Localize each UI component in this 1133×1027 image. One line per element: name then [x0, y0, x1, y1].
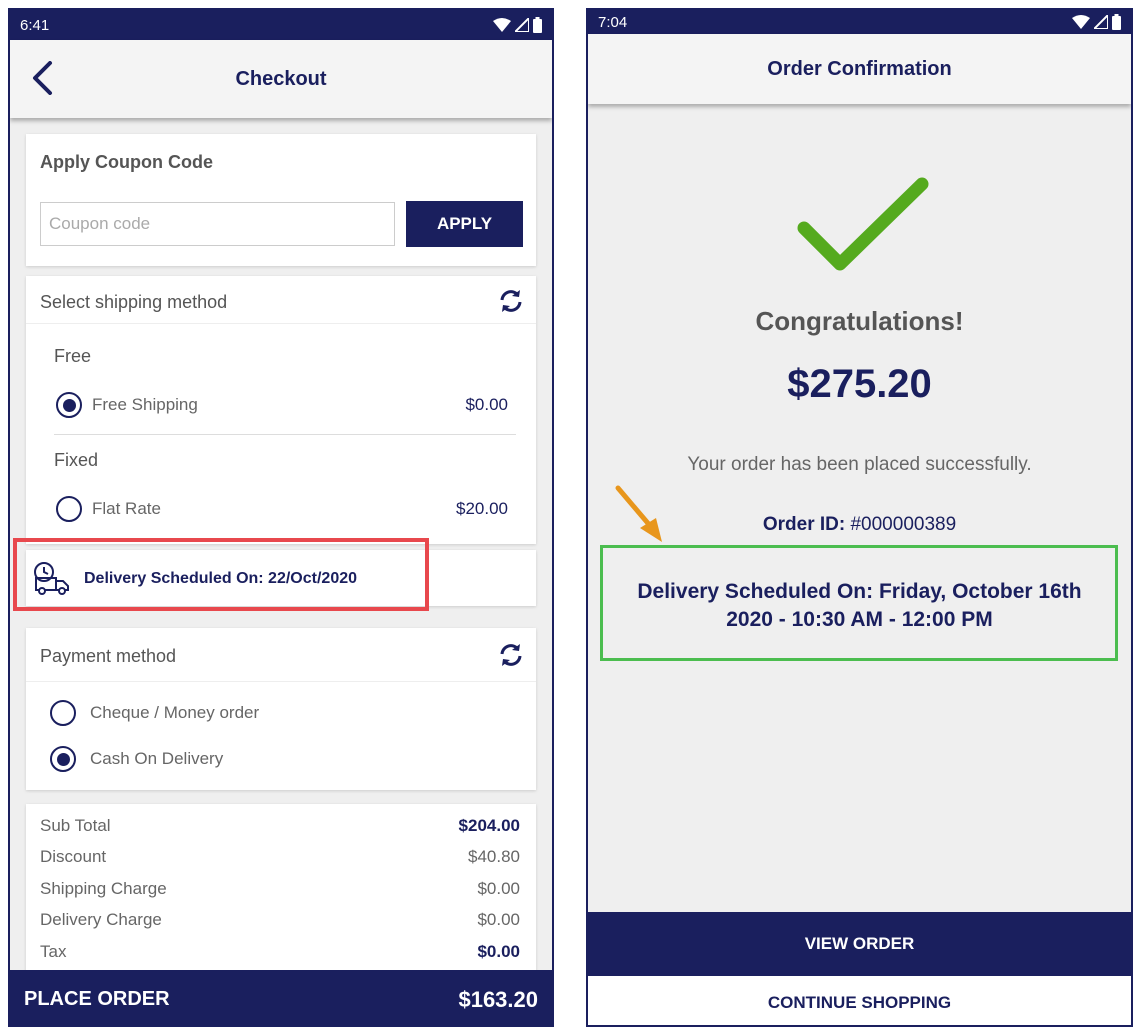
status-icons: [1072, 14, 1121, 30]
radio-unselected[interactable]: [50, 700, 76, 726]
summary-value: $0.00: [477, 910, 520, 930]
place-order-button[interactable]: PLACE ORDER: [24, 988, 170, 1011]
wifi-icon: [1072, 15, 1090, 29]
signal-icon: [1094, 15, 1108, 29]
view-order-button[interactable]: VIEW ORDER: [588, 912, 1131, 976]
back-button[interactable]: [20, 56, 64, 100]
option-label: Flat Rate: [92, 499, 161, 518]
annotation-arrow-icon: [615, 485, 662, 542]
apply-button[interactable]: APPLY: [406, 201, 523, 247]
refresh-icon[interactable]: [498, 288, 524, 314]
payment-option-cod[interactable]: Cash On Delivery: [50, 746, 223, 772]
summary-row-delivery: Delivery Charge $0.00: [40, 905, 520, 937]
radio-unselected[interactable]: [56, 496, 82, 522]
order-id: Order ID: #000000389: [588, 514, 1131, 536]
summary-label: Sub Total: [40, 815, 111, 835]
order-total: $163.20: [458, 986, 538, 1012]
order-summary-card: Sub Total $204.00 Discount $40.80 Shippi…: [26, 804, 536, 984]
status-bar: 6:41: [10, 10, 552, 40]
option-label: Free Shipping: [92, 395, 198, 414]
summary-value: $204.00: [458, 815, 520, 835]
payment-title: Payment method: [40, 646, 177, 666]
option-label: Cash On Delivery: [90, 749, 224, 768]
wifi-icon: [493, 18, 511, 32]
battery-icon: [533, 17, 542, 33]
signal-icon: [515, 18, 529, 32]
summary-row-shipping: Shipping Charge $0.00: [40, 873, 520, 905]
highlight-box-green: [600, 545, 1118, 661]
checkmark-icon: [797, 177, 929, 271]
confirmation-app-bar: Order Confirmation: [588, 34, 1131, 104]
order-id-value: #000000389: [850, 514, 957, 535]
status-icons: [493, 17, 542, 33]
shipping-group-free: Free: [54, 346, 92, 366]
battery-icon: [1112, 14, 1121, 30]
payment-card: Payment method Cheque / Money order Cash…: [26, 628, 536, 790]
summary-row-discount: Discount $40.80: [40, 842, 520, 874]
order-amount: $275.20: [787, 362, 932, 406]
summary-label: Delivery Charge: [40, 910, 162, 930]
order-id-label: Order ID:: [762, 514, 846, 535]
summary-value: $40.80: [468, 847, 520, 867]
payment-header: Payment method: [26, 628, 536, 682]
status-bar: 7:04: [588, 10, 1131, 34]
coupon-title: Apply Coupon Code: [40, 152, 213, 172]
option-label: Cheque / Money order: [90, 703, 260, 722]
success-message: Your order has been placed successfully.: [687, 454, 1032, 475]
summary-value: $0.00: [477, 878, 520, 898]
checkout-screen: 6:41 Checkout Apply Coupon Code Coupon c…: [8, 8, 554, 1027]
shipping-header: Select shipping method: [26, 276, 536, 324]
order-confirmation-screen: 7:04 Order Confirmation Congratulations!…: [586, 8, 1133, 1027]
place-order-bar[interactable]: PLACE ORDER $163.20: [10, 970, 552, 1025]
highlight-box-red: [13, 538, 429, 611]
summary-label: Discount: [40, 847, 107, 867]
radio-selected[interactable]: [50, 746, 76, 772]
status-time: 7:04: [598, 13, 628, 31]
summary-row-subtotal: Sub Total $204.00: [40, 810, 520, 842]
option-price: $0.00: [465, 395, 508, 414]
coupon-card: Apply Coupon Code Coupon code APPLY: [26, 134, 536, 266]
continue-shopping-button[interactable]: CONTINUE SHOPPING: [588, 976, 1131, 1025]
checkout-app-bar: Checkout: [10, 40, 552, 118]
divider: [54, 434, 516, 435]
summary-value: $0.00: [477, 941, 520, 961]
shipping-option-free[interactable]: Free Shipping $0.00: [56, 392, 508, 418]
page-title: Order Confirmation: [767, 57, 952, 80]
congrats-heading: Congratulations!: [755, 306, 964, 336]
coupon-input[interactable]: Coupon code: [40, 202, 395, 246]
summary-label: Shipping Charge: [40, 878, 167, 898]
shipping-title: Select shipping method: [40, 292, 228, 312]
shipping-card: Select shipping method Free Free Shippin…: [26, 276, 536, 544]
back-arrow-icon: [33, 61, 52, 95]
shipping-option-flat[interactable]: Flat Rate $20.00: [56, 496, 508, 522]
payment-option-cheque[interactable]: Cheque / Money order: [50, 700, 259, 726]
refresh-icon[interactable]: [498, 642, 524, 668]
summary-label: Tax: [40, 941, 67, 961]
page-title: Checkout: [235, 67, 327, 90]
status-time: 6:41: [20, 16, 50, 34]
option-price: $20.00: [456, 499, 508, 518]
shipping-group-fixed: Fixed: [54, 450, 99, 470]
radio-selected[interactable]: [56, 392, 82, 418]
summary-row-tax: Tax $0.00: [40, 936, 520, 968]
